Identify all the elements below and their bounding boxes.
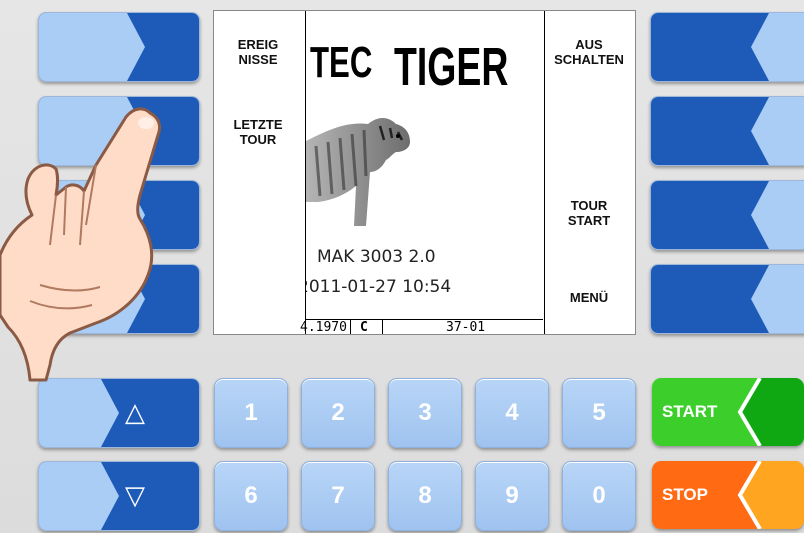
menu-menu: MENÜ	[569, 290, 609, 305]
up-arrow-icon: △	[125, 398, 145, 428]
divider	[350, 320, 351, 334]
logo-tec: TEC	[310, 39, 373, 88]
stop-button[interactable]: STOP	[652, 461, 804, 529]
menu-ausschalten: AUS SCHALTEN	[554, 37, 624, 67]
divider	[382, 320, 383, 334]
down-button[interactable]: ▽	[38, 461, 200, 531]
display-screen: EREIG NISSE LETZTE TOUR AUS SCHALTEN TOU…	[213, 10, 636, 335]
key-2[interactable]: 2	[301, 378, 375, 448]
status-row: 4.1970 C 37-01	[300, 319, 543, 335]
right-softkey-3[interactable]	[650, 180, 804, 250]
right-softkey-1[interactable]	[650, 12, 804, 82]
up-button[interactable]: △	[38, 378, 200, 448]
key-3[interactable]: 3	[388, 378, 462, 448]
status-mode: C	[360, 320, 368, 335]
menu-ereignisse: EREIG NISSE	[237, 37, 279, 67]
softkey-left-arrow-icon	[39, 13, 199, 81]
status-date: 4.1970	[300, 320, 347, 335]
device-panel: EREIG NISSE LETZTE TOUR AUS SCHALTEN TOU…	[0, 0, 804, 533]
softkey-right-arrow-icon	[651, 13, 804, 81]
left-softkey-1[interactable]	[38, 12, 200, 82]
softkey-right-arrow-icon	[651, 181, 804, 249]
key-6[interactable]: 6	[214, 461, 288, 531]
key-4[interactable]: 4	[475, 378, 549, 448]
status-code: 37-01	[446, 320, 486, 335]
datetime-text: 2011-01-27 10:54	[306, 277, 542, 297]
right-softkey-2[interactable]	[650, 96, 804, 166]
version-text: MAK 3003 2.0	[317, 247, 436, 267]
logo-tiger: TIGER	[394, 38, 509, 98]
key-9[interactable]: 9	[475, 461, 549, 531]
stop-label: STOP	[662, 485, 708, 504]
start-button[interactable]: START	[652, 378, 804, 446]
datetime-value: 2011-01-27 10:54	[306, 277, 452, 297]
tiger-image	[306, 118, 410, 226]
key-1[interactable]: 1	[214, 378, 288, 448]
down-arrow-icon: ▽	[125, 481, 145, 511]
softkey-left-arrow-icon	[39, 379, 199, 447]
start-label: START	[662, 402, 718, 421]
key-5[interactable]: 5	[562, 378, 636, 448]
softkey-right-arrow-icon	[651, 265, 804, 333]
key-7[interactable]: 7	[301, 461, 375, 531]
right-softkey-4[interactable]	[650, 264, 804, 334]
softkey-right-arrow-icon	[651, 97, 804, 165]
menu-tour-start: TOUR START	[567, 198, 611, 228]
key-8[interactable]: 8	[388, 461, 462, 531]
pointing-hand-icon	[0, 107, 162, 382]
menu-letzte-tour: LETZTE TOUR	[233, 117, 283, 147]
key-0[interactable]: 0	[562, 461, 636, 531]
softkey-left-arrow-icon	[39, 462, 199, 530]
